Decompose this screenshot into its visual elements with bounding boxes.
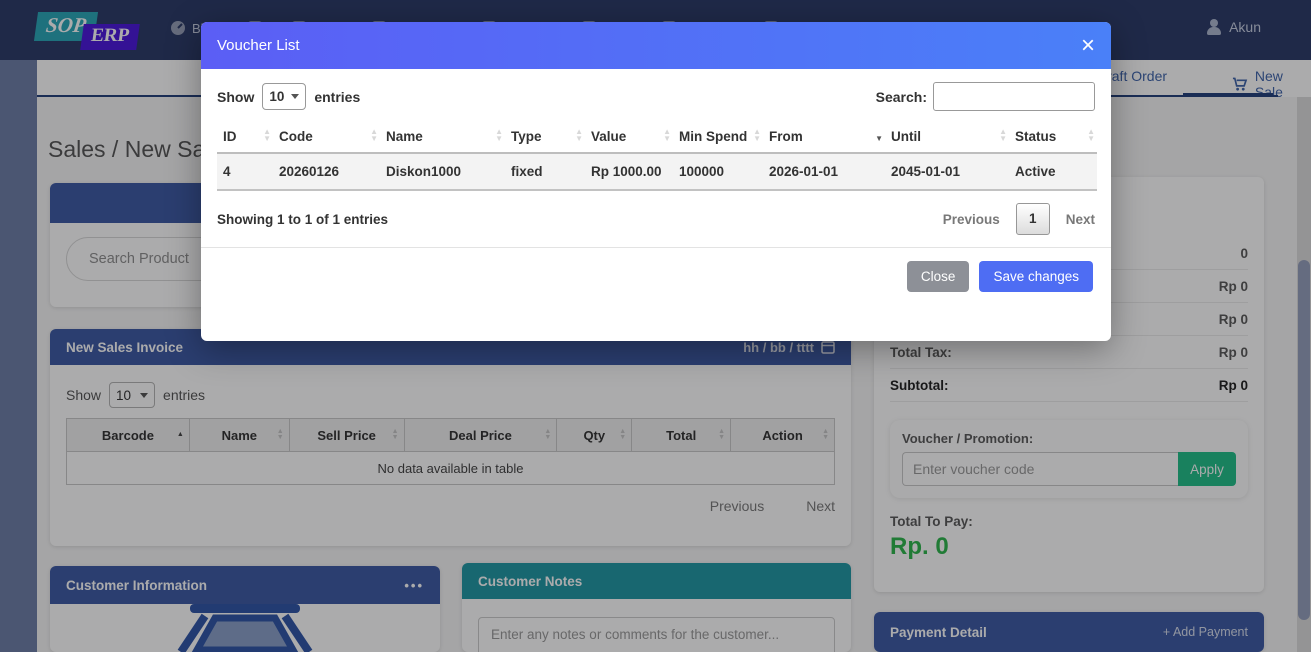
modal-title: Voucher List — [217, 37, 300, 54]
show-label: Show — [217, 88, 255, 105]
cell-until: 2045-01-01 — [885, 153, 1009, 191]
col-type[interactable]: Type ▲ ▼ — [505, 123, 585, 154]
col-status[interactable]: Status ▲ ▼ — [1009, 123, 1097, 154]
voucher-row[interactable]: 4 20260126 Diskon1000 fixed Rp 1000.00 1… — [217, 153, 1097, 191]
modal-search-input[interactable] — [933, 82, 1095, 111]
modal-page-size-select[interactable]: 10 — [262, 83, 307, 110]
chevron-down-icon — [291, 94, 300, 99]
table-info: Showing 1 to 1 of 1 entries — [217, 211, 389, 227]
page-number-button[interactable]: 1 — [1015, 203, 1050, 235]
close-button[interactable]: Close — [906, 261, 970, 292]
col-code[interactable]: Code ▲ ▼ — [273, 123, 380, 154]
save-changes-button[interactable]: Save changes — [979, 261, 1093, 292]
cell-from: 2026-01-01 — [763, 153, 885, 191]
sort-icon: ▲ ▼ — [1087, 127, 1095, 143]
voucher-list-modal: Voucher List × Show 10 entries Search: I… — [201, 22, 1111, 341]
sort-icon: ▲ ▼ — [753, 127, 761, 143]
cell-type: fixed — [505, 153, 585, 191]
cell-value: Rp 1000.00 — [585, 153, 673, 191]
sort-icon: ▲ ▼ — [663, 127, 671, 143]
cell-code: 20260126 — [273, 153, 380, 191]
cell-name: Diskon1000 — [380, 153, 505, 191]
entries-label: entries — [314, 88, 361, 105]
next-button[interactable]: Next — [1066, 212, 1095, 227]
cell-min-spend: 100000 — [673, 153, 763, 191]
cell-status: Active — [1009, 153, 1097, 191]
col-until[interactable]: Until ▲ ▼ — [885, 123, 1009, 154]
previous-button[interactable]: Previous — [943, 212, 1000, 227]
close-icon[interactable]: × — [1081, 33, 1095, 58]
col-min-spend[interactable]: Min Spend ▲ ▼ — [673, 123, 763, 154]
col-from[interactable]: From ▼ — [763, 123, 885, 154]
search-label: Search: — [875, 88, 927, 105]
sort-icon: ▲ ▼ — [263, 127, 271, 143]
sort-icon: ▲ ▼ — [370, 127, 378, 143]
sort-desc-icon: ▼ — [875, 134, 883, 143]
col-id[interactable]: ID ▲ ▼ — [217, 123, 273, 154]
voucher-table: ID ▲ ▼ Code ▲ ▼ Name ▲ ▼ Type ▲ ▼ Value ▲ ▼ M… — [217, 123, 1097, 191]
sort-icon: ▲ ▼ — [999, 127, 1007, 143]
cell-id: 4 — [217, 153, 273, 191]
sort-icon: ▲ ▼ — [575, 127, 583, 143]
sort-icon: ▲ ▼ — [495, 127, 503, 143]
page-size-value: 10 — [269, 89, 285, 104]
col-name[interactable]: Name ▲ ▼ — [380, 123, 505, 154]
col-value[interactable]: Value ▲ ▼ — [585, 123, 673, 154]
